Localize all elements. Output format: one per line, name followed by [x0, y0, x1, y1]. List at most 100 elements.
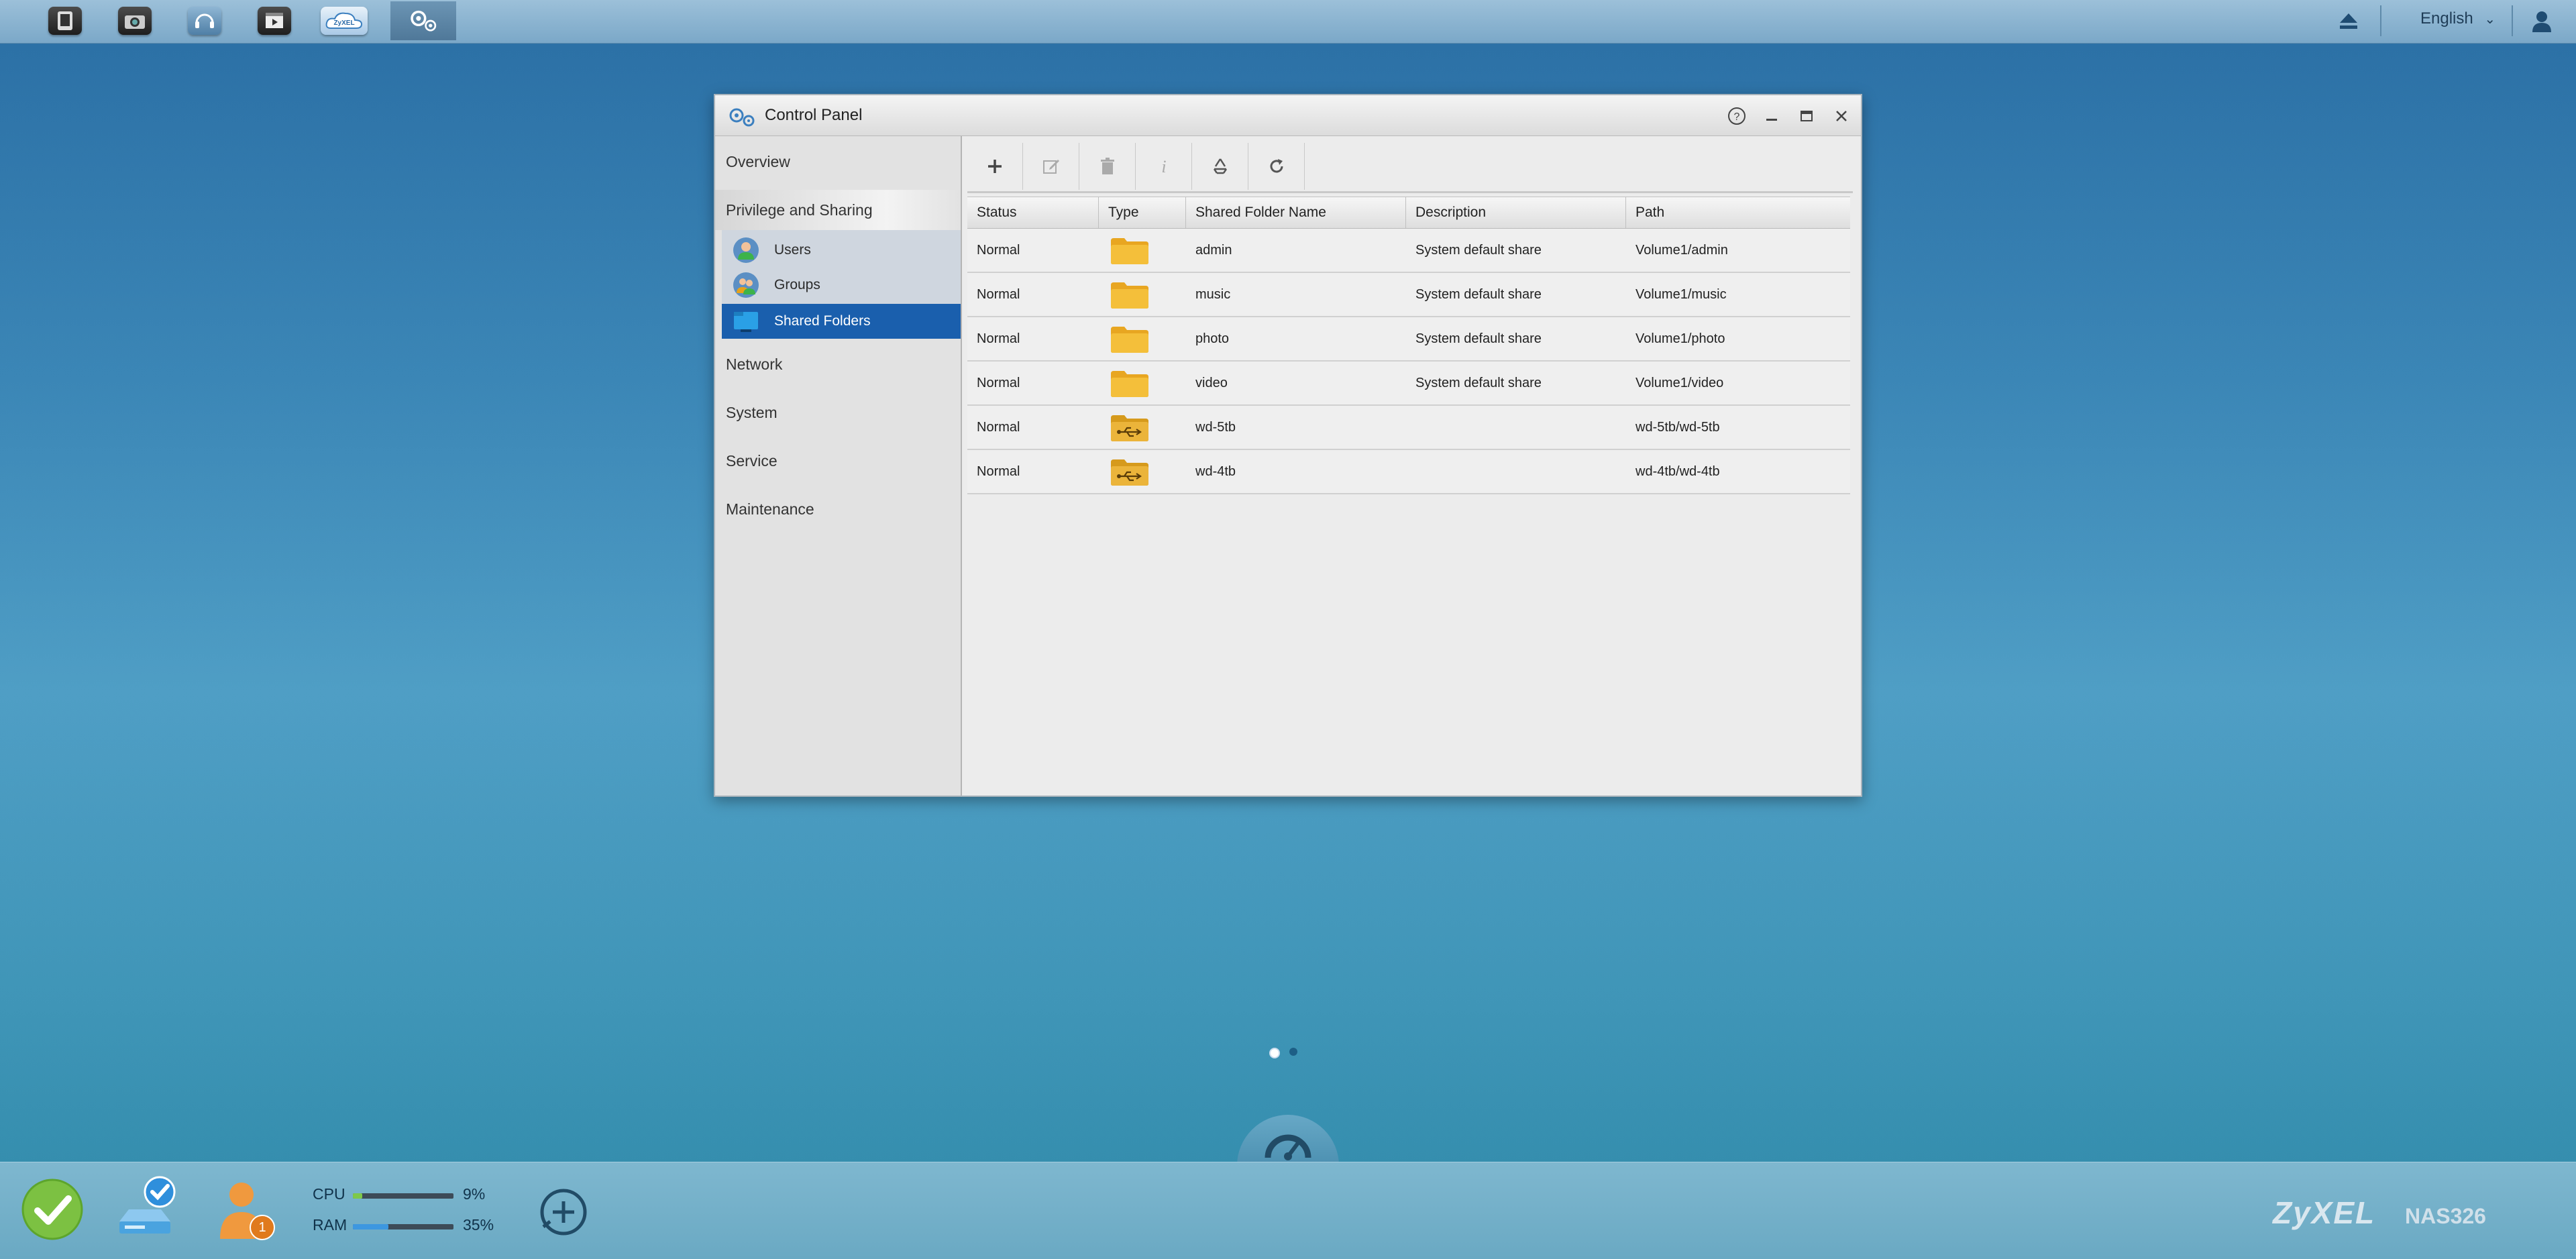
language-selector[interactable]: English ⌄	[2420, 9, 2496, 28]
info-button[interactable]: i	[1136, 143, 1192, 190]
maximize-icon	[1801, 111, 1813, 121]
column-header-name[interactable]: Shared Folder Name	[1186, 197, 1406, 228]
cell-description	[1406, 450, 1415, 493]
file-browser-icon	[48, 7, 82, 35]
music-app-button[interactable]	[172, 1, 237, 40]
table-header: Status Type Shared Folder Name Descripti…	[967, 197, 1850, 229]
page-indicator-1[interactable]	[1269, 1048, 1280, 1058]
sidebar-item-system[interactable]: System	[715, 392, 961, 433]
svg-text:ZyXEL: ZyXEL	[333, 19, 354, 27]
cell-description	[1406, 406, 1415, 449]
maximize-button[interactable]	[1795, 105, 1818, 127]
user-notifications-button[interactable]: 1	[208, 1174, 278, 1244]
refresh-icon	[1270, 159, 1283, 173]
minimize-button[interactable]	[1760, 105, 1783, 127]
recycle-bin-button[interactable]	[1193, 143, 1248, 190]
control-panel-icon	[727, 106, 757, 127]
add-button[interactable]	[967, 143, 1023, 190]
help-button[interactable]: ?	[1725, 105, 1748, 127]
table-row[interactable]: Normal music System default share Volume…	[967, 273, 1850, 317]
sidebar-item-shared-folders[interactable]: Shared Folders	[722, 304, 961, 339]
user-account-icon[interactable]	[2530, 9, 2553, 34]
sidebar-item-label: Privilege and Sharing	[726, 201, 873, 219]
column-header-path[interactable]: Path	[1626, 197, 1850, 228]
refresh-button[interactable]	[1249, 143, 1305, 190]
cell-status: Normal	[977, 331, 1020, 346]
column-header-description[interactable]: Description	[1406, 197, 1626, 228]
sidebar-item-label: Service	[726, 451, 777, 470]
usb-folder-icon	[1111, 415, 1148, 441]
delete-button[interactable]	[1080, 143, 1136, 190]
cell-status: Normal	[977, 376, 1020, 390]
top-taskbar: ZyXEL English ⌄	[0, 0, 2576, 44]
video-app-button[interactable]	[241, 1, 307, 40]
system-status-button[interactable]	[17, 1174, 87, 1244]
brand-logo: ZyXEL	[2273, 1195, 2376, 1230]
column-header-status[interactable]: Status	[967, 197, 1099, 228]
cell-description: System default share	[1415, 376, 1542, 390]
cell-type	[1099, 229, 1186, 272]
add-widget-button[interactable]	[537, 1185, 590, 1239]
ram-value: 35%	[463, 1216, 494, 1234]
sidebar-item-privilege-and-sharing[interactable]: Privilege and Sharing	[715, 190, 961, 230]
notification-badge: 1	[250, 1215, 275, 1240]
folder-icon	[1111, 327, 1148, 353]
photo-app-button[interactable]	[102, 1, 168, 40]
table-row[interactable]: Normal wd-4tb wd-4tb/wd-4tb	[967, 450, 1850, 494]
sidebar-item-service[interactable]: Service	[715, 441, 961, 481]
check-circle-icon	[21, 1179, 83, 1240]
window-titlebar[interactable]: Control Panel ?	[715, 95, 1861, 136]
close-icon	[1836, 111, 1847, 121]
cell-description: System default share	[1415, 287, 1542, 302]
table-row[interactable]: Normal photo System default share Volume…	[967, 317, 1850, 362]
column-header-type[interactable]: Type	[1099, 197, 1186, 228]
storage-status-button[interactable]	[111, 1174, 181, 1244]
svg-text:?: ?	[1734, 111, 1740, 123]
eject-icon[interactable]	[2337, 11, 2360, 31]
video-app-icon	[258, 7, 291, 35]
cpu-meter	[353, 1193, 453, 1199]
sidebar-item-label: Network	[726, 355, 783, 373]
dashboard-toggle-button[interactable]	[1237, 1115, 1339, 1168]
sidebar-item-label: Groups	[774, 277, 820, 292]
ram-label: RAM	[313, 1216, 347, 1234]
usb-folder-icon	[1111, 459, 1148, 486]
close-button[interactable]	[1830, 105, 1853, 127]
cell-description: System default share	[1415, 331, 1542, 346]
edit-button[interactable]	[1024, 143, 1079, 190]
table-row[interactable]: Normal video System default share Volume…	[967, 362, 1850, 406]
cell-path: wd-5tb/wd-5tb	[1635, 420, 1720, 435]
sidebar-item-label: Overview	[726, 152, 790, 170]
cell-path: Volume1/video	[1635, 376, 1724, 390]
ram-meter-fill	[353, 1224, 388, 1229]
folder-icon	[1111, 282, 1148, 309]
sidebar-item-overview[interactable]: Overview	[715, 142, 961, 182]
cell-name: music	[1195, 287, 1231, 302]
sidebar-item-users[interactable]: Users	[722, 233, 961, 268]
photo-app-icon	[118, 7, 152, 35]
cell-status: Normal	[977, 420, 1020, 435]
divider	[2512, 5, 2513, 36]
file-browser-app-button[interactable]	[32, 1, 98, 40]
sidebar-item-maintenance[interactable]: Maintenance	[715, 489, 961, 529]
cell-name: video	[1195, 376, 1228, 390]
sidebar-item-label: Maintenance	[726, 500, 814, 518]
info-icon: i	[1161, 157, 1166, 176]
recycle-icon	[1213, 158, 1228, 174]
sidebar-item-groups[interactable]: Groups	[722, 268, 961, 303]
main-content: i Status Type Shared Folder Name Descrip…	[962, 136, 1861, 796]
cell-status: Normal	[977, 243, 1020, 258]
window-title: Control Panel	[765, 106, 863, 124]
cell-type	[1099, 362, 1186, 404]
language-label: English	[2420, 9, 2473, 28]
cell-type	[1099, 450, 1186, 493]
cell-name: wd-4tb	[1195, 464, 1236, 479]
control-panel-app-button[interactable]	[390, 1, 456, 40]
page-indicator-2[interactable]	[1289, 1048, 1297, 1056]
table-row[interactable]: Normal wd-5tb wd-5tb/wd-5tb	[967, 406, 1850, 450]
add-icon	[988, 160, 1002, 173]
table-row[interactable]: Normal admin System default share Volume…	[967, 229, 1850, 273]
storage-ok-icon	[119, 1176, 176, 1234]
sidebar-item-network[interactable]: Network	[715, 344, 961, 384]
zyxel-cloud-app-button[interactable]: ZyXEL	[311, 1, 377, 40]
